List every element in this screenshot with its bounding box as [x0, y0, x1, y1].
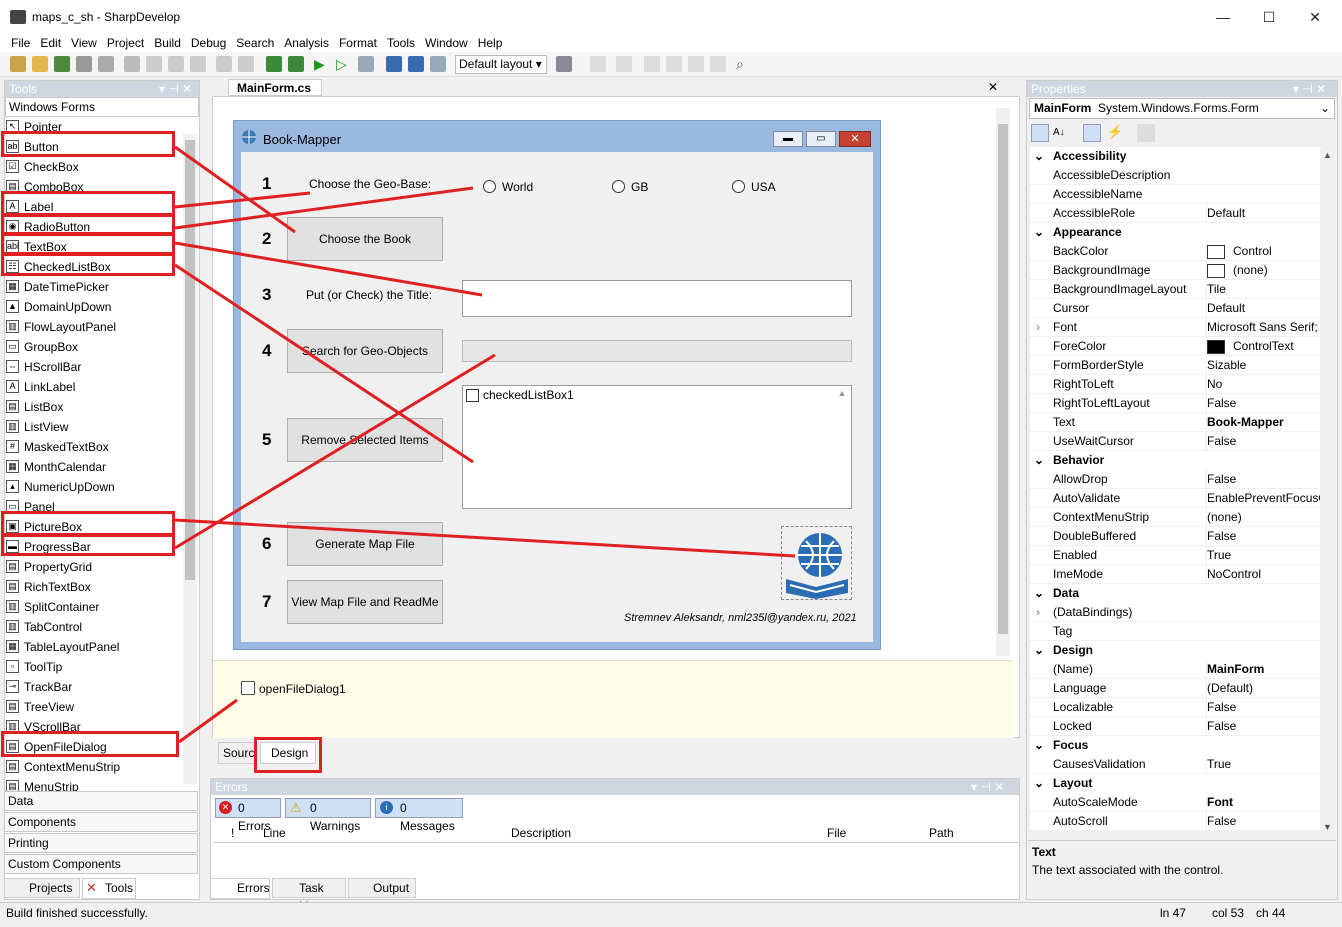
annotation-lines: [174, 145, 796, 744]
